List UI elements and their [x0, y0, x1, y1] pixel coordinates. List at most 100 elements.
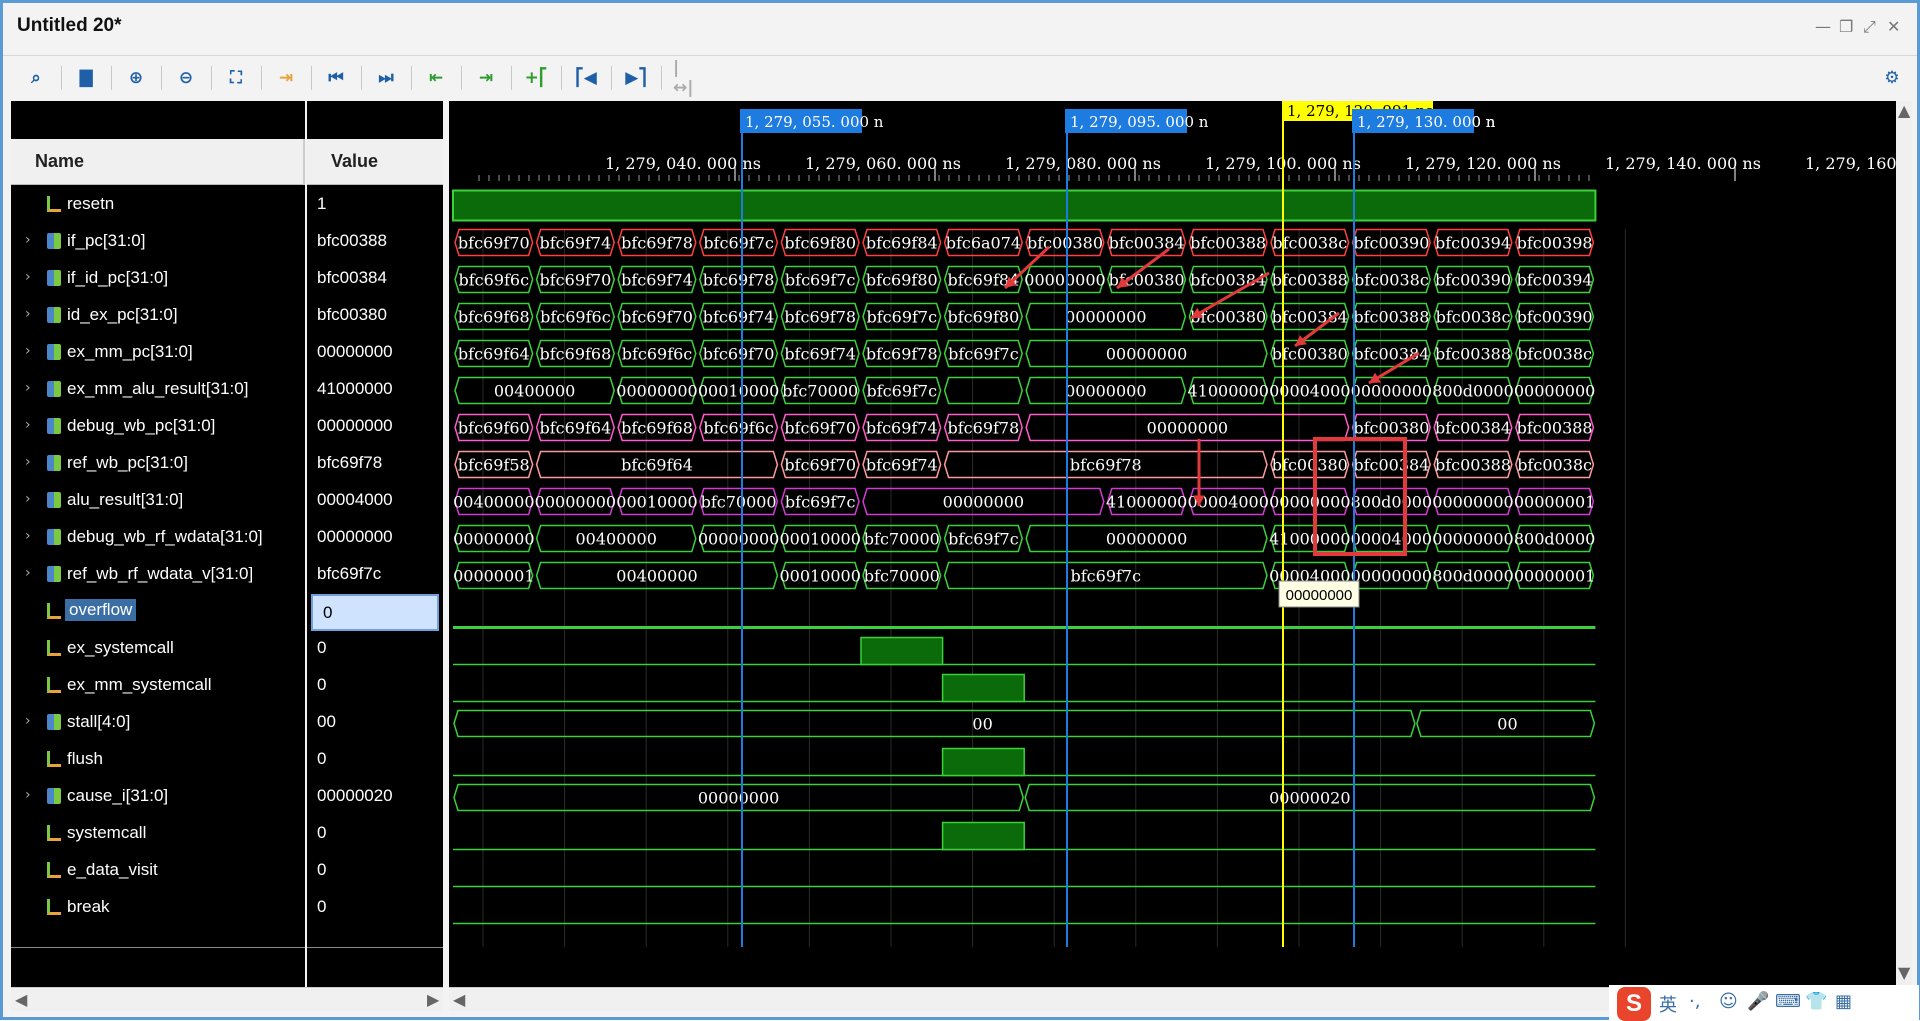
- signal-value[interactable]: 00000000: [307, 520, 443, 557]
- signal-row[interactable]: › ex_mm_pc[31:0]: [11, 335, 305, 372]
- minimize-icon[interactable]: —: [1815, 17, 1831, 36]
- signal-value[interactable]: 0: [307, 816, 443, 853]
- signal-row[interactable]: flush: [11, 742, 305, 779]
- microphone-icon[interactable]: 🎤: [1747, 991, 1769, 1012]
- name-column-header[interactable]: Name: [11, 139, 305, 185]
- go-to-start-icon[interactable]: ⏮: [323, 65, 349, 91]
- zoom-fit-icon[interactable]: ⛶: [223, 65, 249, 91]
- signal-row[interactable]: resetn: [11, 187, 305, 224]
- expand-chevron-icon[interactable]: ›: [25, 491, 31, 507]
- expand-chevron-icon[interactable]: ›: [25, 306, 31, 322]
- name-panel-scrollbar[interactable]: ◀ ▶: [11, 987, 443, 1011]
- zoom-in-icon[interactable]: ⊕: [123, 65, 149, 91]
- signal-value[interactable]: 00000000: [307, 335, 443, 372]
- vertical-scrollbar[interactable]: ▲ ▼: [1896, 101, 1912, 1011]
- signal-row[interactable]: › if_id_pc[31:0]: [11, 261, 305, 298]
- expand-chevron-icon[interactable]: ›: [25, 269, 31, 285]
- signal-row[interactable]: › alu_result[31:0]: [11, 483, 305, 520]
- expand-chevron-icon[interactable]: ›: [25, 528, 31, 544]
- bus-value-label: 00000000: [698, 530, 779, 549]
- signal-value[interactable]: bfc00384: [307, 261, 443, 298]
- signal-value[interactable]: bfc00388: [307, 224, 443, 261]
- toolbox-icon[interactable]: ▦: [1835, 991, 1852, 1012]
- signal-row[interactable]: › ex_mm_alu_result[31:0]: [11, 372, 305, 409]
- add-marker-icon[interactable]: +⎡: [523, 65, 549, 91]
- close-icon[interactable]: ✕: [1887, 17, 1900, 36]
- signal-value[interactable]: bfc00380: [307, 298, 443, 335]
- signal-value[interactable]: 0: [307, 668, 443, 705]
- bus-value-label: bfc69f78: [1070, 456, 1142, 475]
- waveform-canvas[interactable]: 1, 279, 040. 000 ns 1, 279, 060. 000 ns 1,…: [449, 101, 1902, 987]
- signal-value[interactable]: 0: [307, 890, 443, 927]
- signal-value[interactable]: 00: [307, 705, 443, 742]
- signal-row[interactable]: › debug_wb_pc[31:0]: [11, 409, 305, 446]
- emoji-icon[interactable]: ☺: [1719, 991, 1738, 1012]
- signal-row[interactable]: › ref_wb_rf_wdata_v[31:0]: [11, 557, 305, 594]
- bus-signal-icon: [47, 714, 61, 730]
- expand-chevron-icon[interactable]: ›: [25, 343, 31, 359]
- expand-chevron-icon[interactable]: ›: [25, 232, 31, 248]
- signal-value[interactable]: 41000000: [307, 372, 443, 409]
- waveform-panel[interactable]: 1, 279, 040. 000 ns 1, 279, 060. 000 ns 1,…: [449, 101, 1912, 1011]
- punctuation-icon[interactable]: ·,: [1689, 991, 1700, 1012]
- bus-value-label: bfc69f74: [866, 419, 938, 438]
- signal-name: stall[4:0]: [67, 712, 131, 731]
- signal-row[interactable]: ex_mm_systemcall: [11, 668, 305, 705]
- bus-value-label: bfc69f70: [703, 345, 775, 364]
- restore-icon[interactable]: ❐: [1839, 17, 1853, 36]
- go-to-end-icon[interactable]: ⏭: [373, 65, 399, 91]
- scroll-up-icon[interactable]: ▲: [1898, 101, 1910, 120]
- signal-row[interactable]: › id_ex_pc[31:0]: [11, 298, 305, 335]
- signal-row[interactable]: › debug_wb_rf_wdata[31:0]: [11, 520, 305, 557]
- expand-chevron-icon[interactable]: ›: [25, 417, 31, 433]
- next-marker-icon[interactable]: ▶⎤: [623, 65, 649, 91]
- signal-row[interactable]: › cause_i[31:0]: [11, 779, 305, 816]
- signal-row[interactable]: e_data_visit: [11, 853, 305, 890]
- signal-value[interactable]: 00000000: [307, 409, 443, 446]
- maximize-icon[interactable]: ⤢: [1863, 17, 1876, 37]
- swap-cursors-icon[interactable]: |↔|: [673, 58, 699, 98]
- previous-transition-icon[interactable]: ⇤: [423, 65, 449, 91]
- signal-row[interactable]: ex_systemcall: [11, 631, 305, 668]
- skin-icon[interactable]: 👕: [1805, 991, 1827, 1012]
- expand-chevron-icon[interactable]: ›: [25, 787, 31, 803]
- signal-row[interactable]: › ref_wb_pc[31:0]: [11, 446, 305, 483]
- gear-icon[interactable]: ⚙: [1879, 65, 1905, 91]
- signal-value[interactable]: 0: [307, 631, 443, 668]
- expand-chevron-icon[interactable]: ›: [25, 565, 31, 581]
- signal-value[interactable]: 00000020: [307, 779, 443, 816]
- signal-value[interactable]: 1: [307, 187, 443, 224]
- expand-chevron-icon[interactable]: ›: [25, 713, 31, 729]
- language-icon[interactable]: 英: [1659, 991, 1677, 1017]
- signal-row[interactable]: › stall[4:0]: [11, 705, 305, 742]
- bus-value-label: 00000000: [1024, 271, 1105, 290]
- expand-chevron-icon[interactable]: ›: [25, 454, 31, 470]
- value-column-header[interactable]: Value: [307, 139, 443, 185]
- keyboard-icon[interactable]: ⌨: [1775, 991, 1801, 1012]
- window-title: Untitled 20*: [17, 15, 122, 36]
- scroll-right-icon[interactable]: ▶: [427, 990, 439, 1009]
- search-icon[interactable]: ⌕: [23, 65, 49, 91]
- signal-row[interactable]: break: [11, 890, 305, 927]
- save-icon[interactable]: ▇: [73, 65, 99, 91]
- go-to-cursor-icon[interactable]: ⇥: [273, 65, 299, 91]
- signal-row[interactable]: › if_pc[31:0]: [11, 224, 305, 261]
- signal-row[interactable]: systemcall: [11, 816, 305, 853]
- sogou-logo-icon[interactable]: S: [1617, 987, 1651, 1021]
- signal-value[interactable]: bfc69f78: [307, 446, 443, 483]
- previous-marker-icon[interactable]: ⎡◀: [573, 65, 599, 91]
- scroll-down-icon[interactable]: ▼: [1898, 963, 1910, 982]
- signal-value[interactable]: 0: [307, 853, 443, 890]
- signal-value[interactable]: bfc69f7c: [307, 557, 443, 594]
- signal-value[interactable]: 0: [307, 742, 443, 779]
- zoom-out-icon[interactable]: ⊖: [173, 65, 199, 91]
- scroll-left-icon[interactable]: ◀: [453, 990, 465, 1009]
- signal-row[interactable]: overflow: [11, 594, 305, 631]
- signal-value[interactable]: 0: [311, 594, 439, 631]
- signal-value[interactable]: 00004000: [307, 483, 443, 520]
- scroll-left-icon[interactable]: ◀: [15, 990, 27, 1009]
- next-transition-icon[interactable]: ⇥: [473, 65, 499, 91]
- bus-value-label: 00400000: [494, 382, 575, 401]
- expand-chevron-icon[interactable]: ›: [25, 380, 31, 396]
- signal-name: if_pc[31:0]: [67, 231, 146, 250]
